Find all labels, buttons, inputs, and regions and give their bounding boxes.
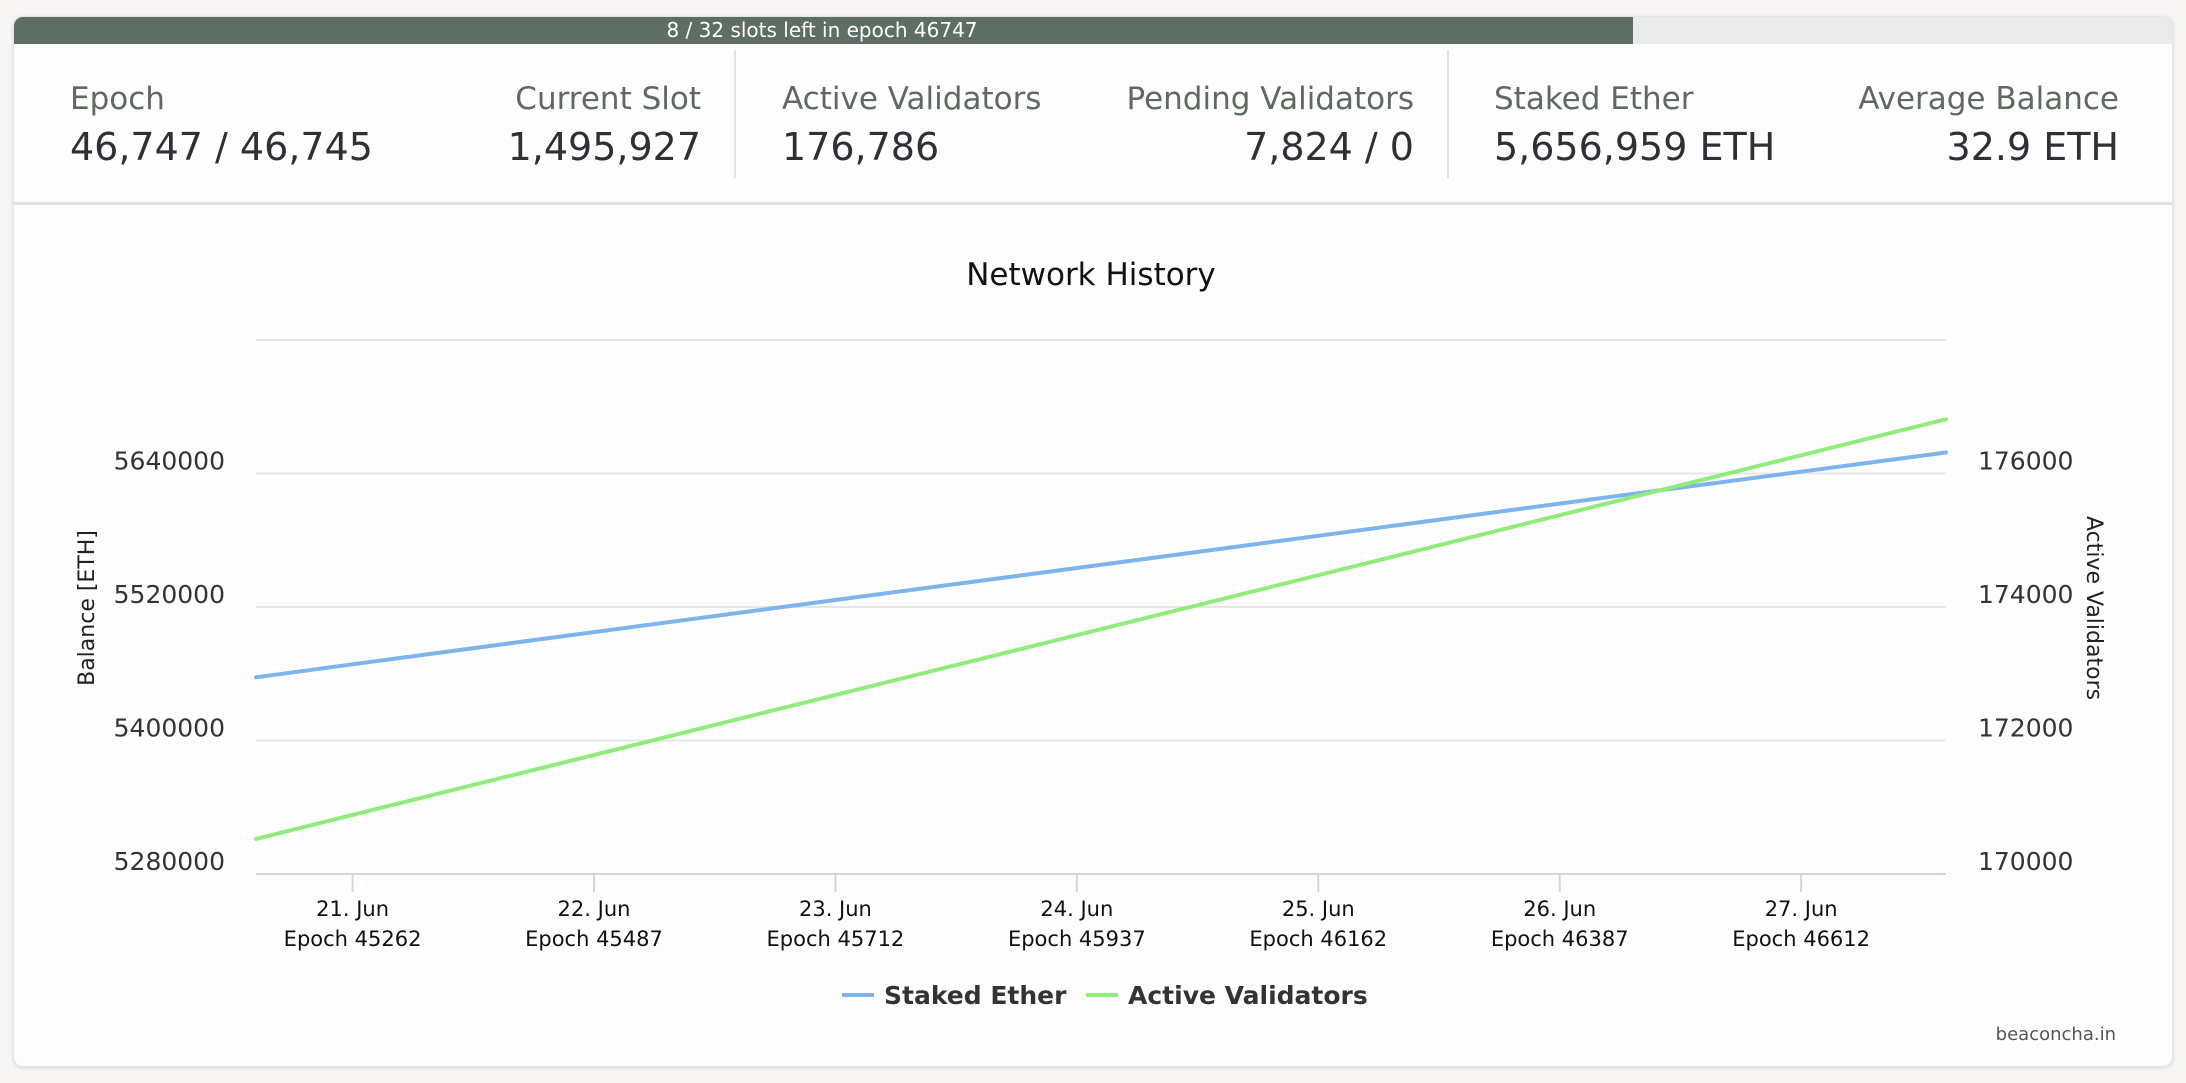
stat-staked-ether: Staked Ether 5,656,959 ETH (1494, 81, 1775, 169)
y-right-tick-label: 170000 (1978, 847, 2073, 876)
epoch-progress-bar: 8 / 32 slots left in epoch 46747 (14, 17, 2172, 44)
x-tick-label-epoch: Epoch 46612 (1732, 927, 1870, 951)
y-left-tick-label: 5520000 (114, 580, 225, 609)
x-tick-label-date: 23. Jun (799, 897, 872, 921)
series-line-staked-ether (254, 450, 1948, 680)
chart-svg: Network History 21. Jun Epoch 45262 22. Ju… (75, 257, 2116, 1045)
stat-label: Pending Validators (1126, 81, 1415, 117)
legend-label-active-validators: Active Validators (1128, 981, 1368, 1010)
x-axis: 21. Jun Epoch 45262 22. Jun Epoch 45487 23. … (256, 873, 1946, 951)
stat-current-slot: Current Slot 1,495,927 (508, 81, 701, 169)
y-axis-left: 5280000 5400000 5520000 5640000 (114, 447, 225, 877)
chart-title: Network History (966, 257, 1216, 293)
x-tick-label-epoch: Epoch 46162 (1249, 927, 1387, 951)
x-tick-label-date: 22. Jun (558, 897, 631, 921)
stat-value: 1,495,927 (507, 125, 701, 169)
x-tick-label-date: 27. Jun (1765, 897, 1838, 921)
x-tick-label-epoch: Epoch 46387 (1491, 927, 1629, 951)
stat-label: Current Slot (515, 81, 701, 117)
stat-group-validators: Active Validators 176,786 Pending Valida… (736, 44, 1447, 202)
x-tick-label-epoch: Epoch 45712 (767, 927, 905, 951)
stat-label: Active Validators (782, 81, 1042, 117)
stats-row: Epoch 46,747 / 46,745 Current Slot 1,495… (14, 44, 2172, 205)
stat-group-epoch: Epoch 46,747 / 46,745 Current Slot 1,495… (14, 44, 734, 202)
stat-active-validators: Active Validators 176,786 (782, 81, 1041, 169)
stat-average-balance: Average Balance 32.9 ETH (1858, 81, 2119, 169)
legend-label-staked-ether: Staked Ether (884, 981, 1067, 1010)
y-right-tick-label: 176000 (1978, 447, 2073, 476)
stat-value: 5,656,959 ETH (1494, 125, 1776, 169)
grid-lines (256, 339, 1946, 742)
x-tick-label-epoch: Epoch 45487 (525, 927, 663, 951)
x-tick-label-date: 25. Jun (1282, 897, 1355, 921)
stat-label: Average Balance (1858, 81, 2119, 117)
x-tick-label-epoch: Epoch 45262 (284, 927, 422, 951)
stat-value: 7,824 / 0 (1244, 125, 1414, 169)
stat-label: Epoch (70, 81, 165, 117)
x-tick-label-epoch: Epoch 45937 (1008, 927, 1146, 951)
series-line-active-validators (254, 417, 1948, 841)
legend-item-staked-ether[interactable]: Staked Ether (842, 981, 1067, 1010)
stat-value: 46,747 / 46,745 (70, 125, 373, 169)
epoch-progress-label: 8 / 32 slots left in epoch 46747 (666, 18, 978, 42)
network-card: 8 / 32 slots left in epoch 46747 Epoch 4… (13, 16, 2173, 1067)
y-axis-left-title: Balance [ETH] (75, 530, 100, 686)
y-right-tick-label: 174000 (1978, 580, 2073, 609)
series-lines (254, 417, 1948, 841)
stat-pending-validators: Pending Validators 7,824 / 0 (1127, 81, 1415, 169)
stat-group-balance: Staked Ether 5,656,959 ETH Average Balan… (1449, 44, 2172, 202)
stat-epoch: Epoch 46,747 / 46,745 (70, 81, 373, 169)
x-tick-label-date: 24. Jun (1040, 897, 1113, 921)
y-axis-right: 170000 172000 174000 176000 (1978, 447, 2073, 877)
y-left-tick-label: 5640000 (114, 447, 225, 476)
x-tick-label-date: 26. Jun (1523, 897, 1596, 921)
legend: Staked Ether Active Validators (842, 981, 1368, 1010)
y-left-tick-label: 5400000 (114, 714, 225, 743)
legend-item-active-validators[interactable]: Active Validators (1086, 981, 1368, 1010)
chart-credit[interactable]: beaconcha.in (1996, 1024, 2116, 1045)
stat-value: 32.9 ETH (1946, 125, 2119, 169)
y-right-tick-label: 172000 (1978, 714, 2073, 743)
x-tick-label-date: 21. Jun (316, 897, 389, 921)
network-history-chart: Network History 21. Jun Epoch 45262 22. Ju… (14, 205, 2172, 1066)
y-left-tick-label: 5280000 (114, 847, 225, 876)
stat-label: Staked Ether (1494, 81, 1694, 117)
stat-value: 176,786 (782, 125, 940, 169)
y-axis-right-title: Active Validators (2081, 516, 2106, 700)
